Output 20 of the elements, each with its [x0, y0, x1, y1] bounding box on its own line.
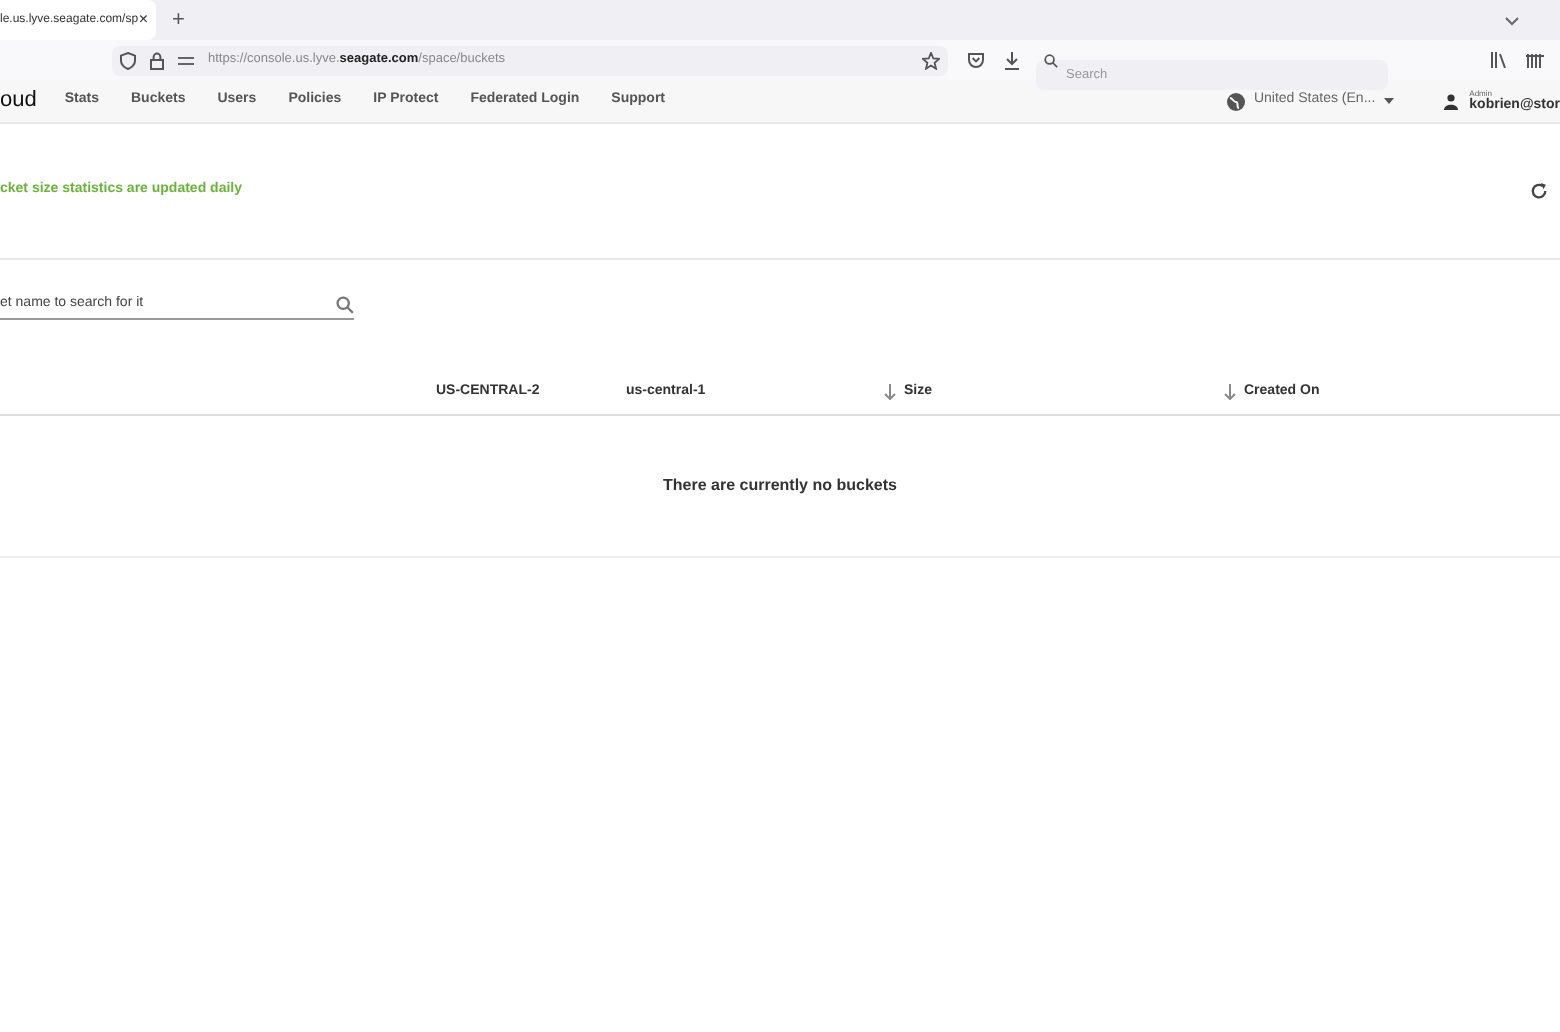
search-icon [336, 296, 354, 314]
sort-arrow-icon[interactable] [884, 384, 896, 400]
caret-icon [1383, 98, 1394, 104]
empty-message: There are currently no buckets [663, 474, 897, 498]
sort-arrow-icon[interactable] [1224, 384, 1236, 400]
download-icon[interactable] [1004, 51, 1020, 69]
refresh-icon[interactable] [1530, 182, 1548, 200]
logo-text[interactable]: oud [0, 84, 37, 118]
new-tab-button[interactable]: + [172, 3, 185, 37]
chevron-icon[interactable] [1504, 15, 1520, 25]
lock-icon [150, 51, 164, 69]
pocket-icon[interactable] [968, 52, 984, 68]
close-icon[interactable]: × [138, 8, 148, 32]
shield-icon [120, 51, 136, 69]
search-icon [1044, 53, 1058, 67]
star-icon [922, 51, 940, 69]
extensions-icon[interactable] [1526, 53, 1544, 67]
user-icon [1443, 93, 1458, 109]
library-icon[interactable] [1490, 52, 1506, 68]
permissions-icon [178, 53, 194, 67]
